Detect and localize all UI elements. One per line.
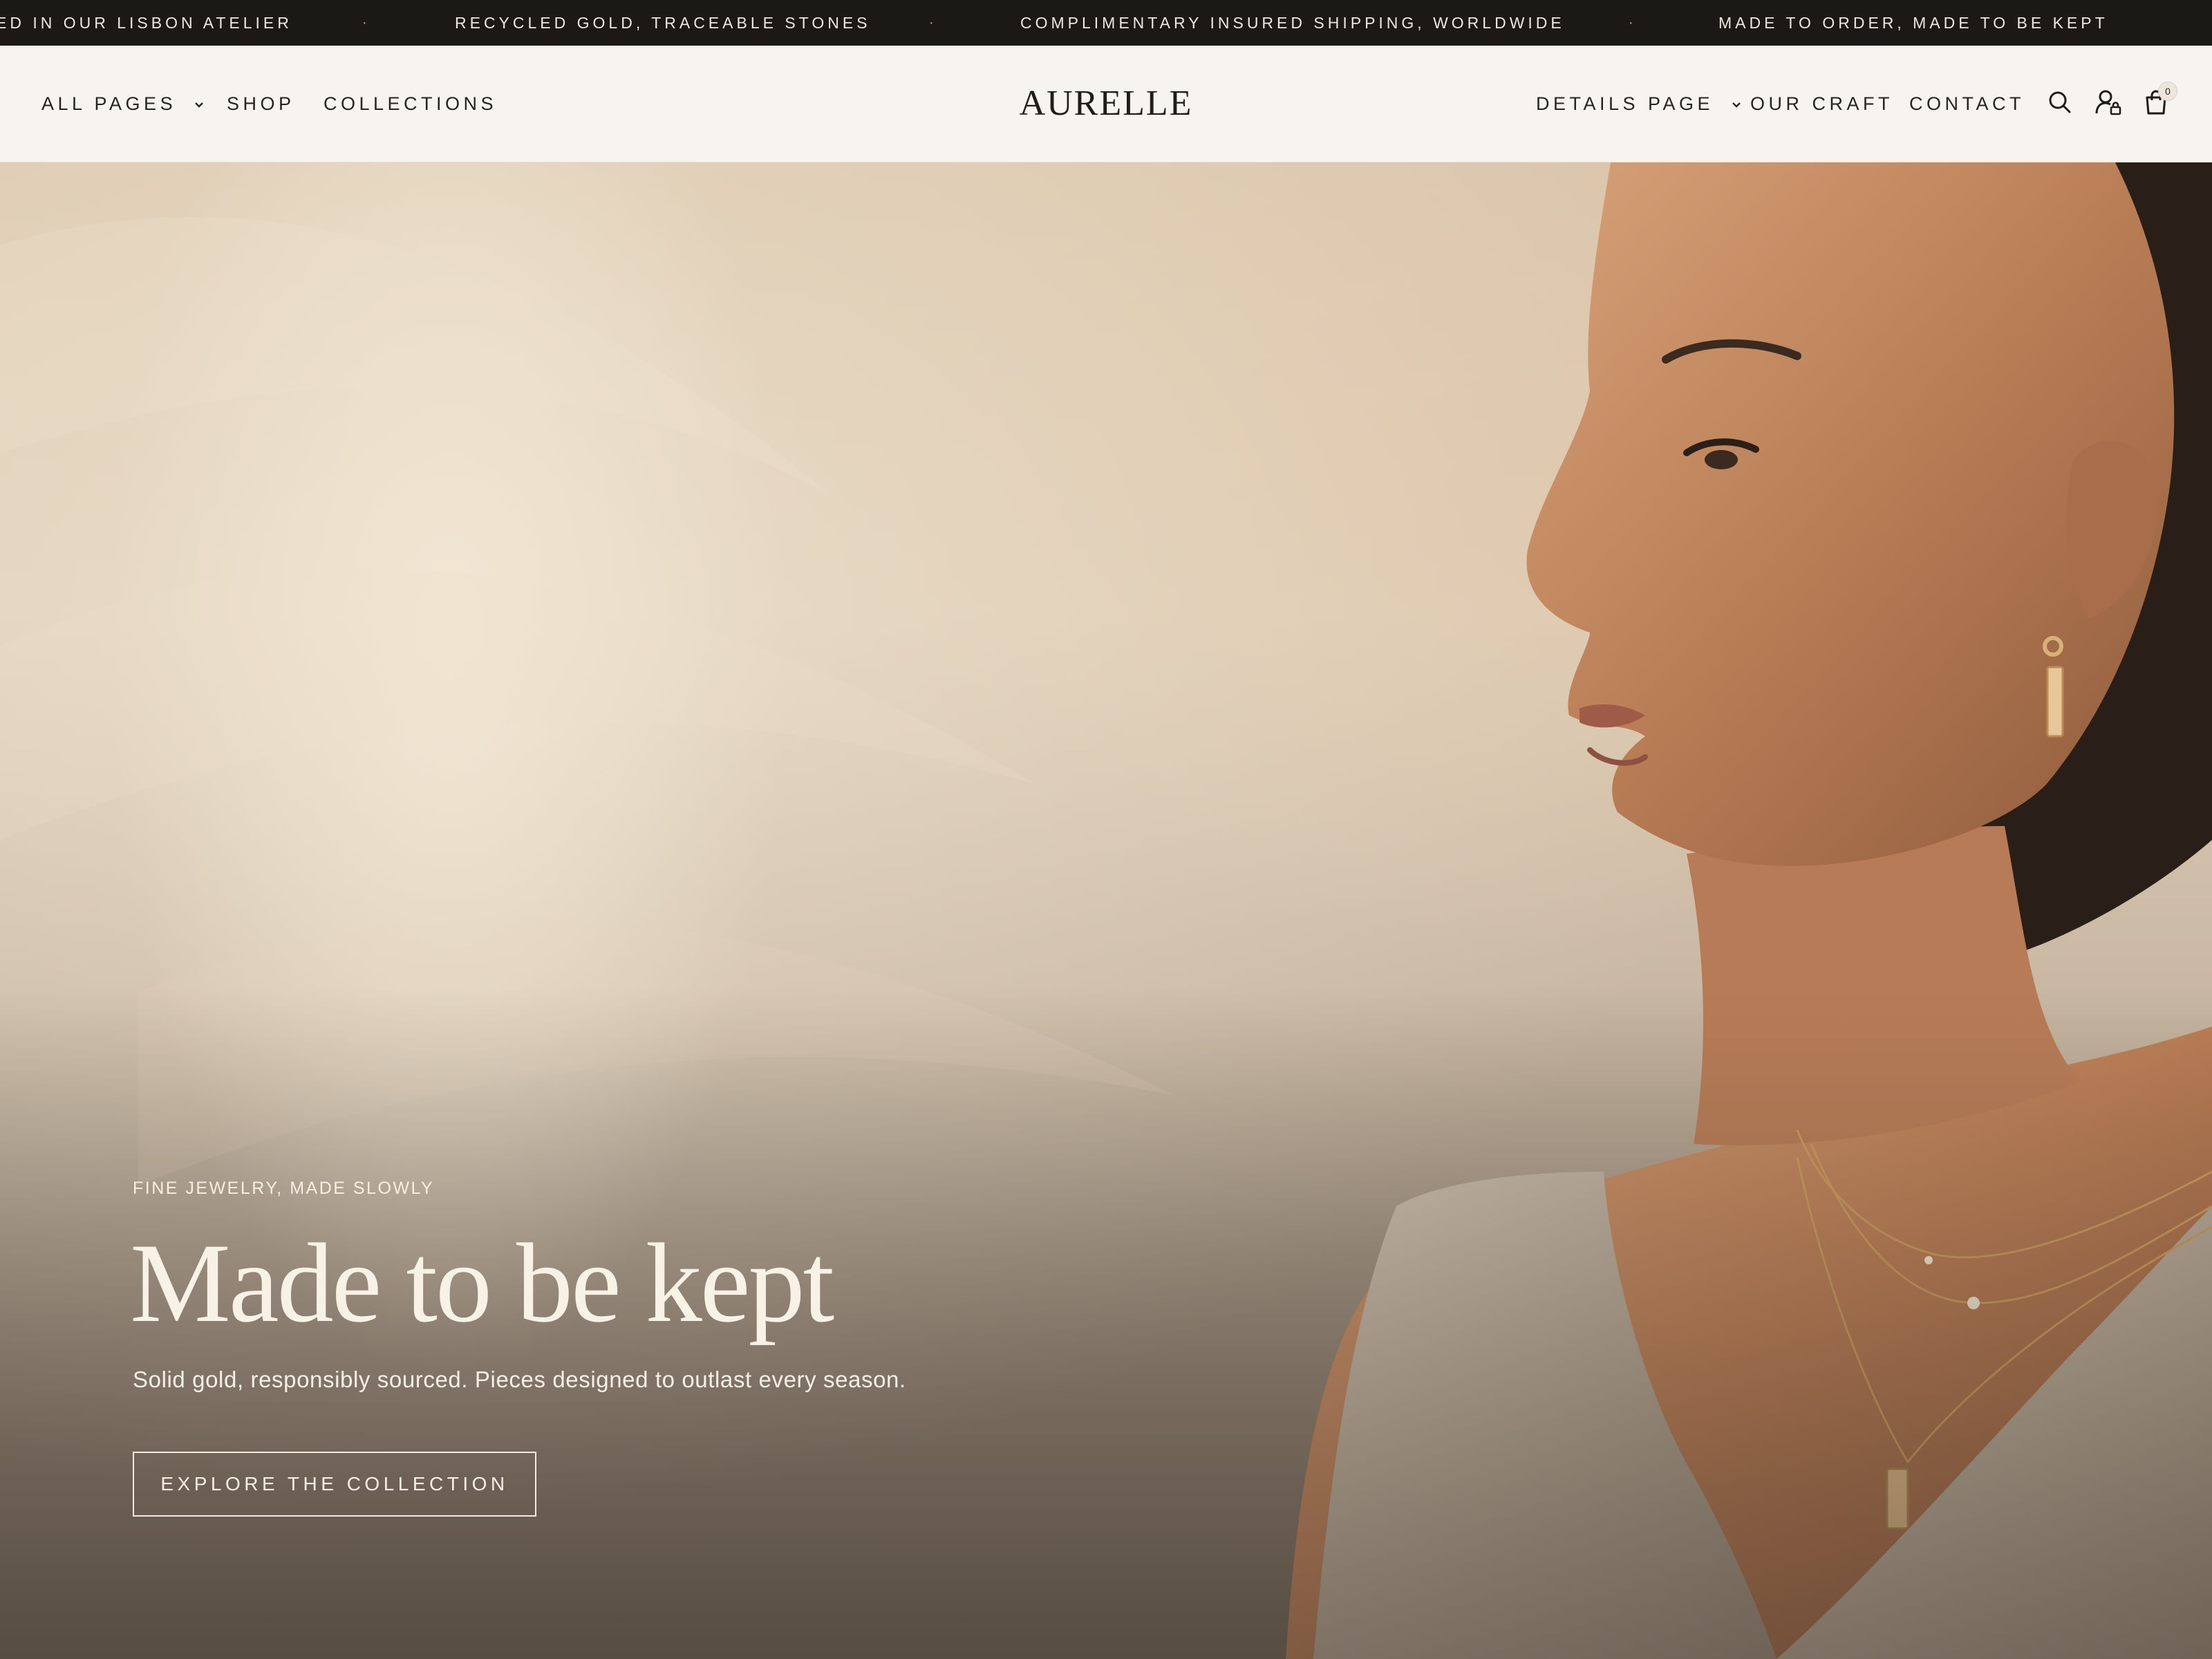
hero-eyebrow: FINE JEWELRY, MADE SLOWLY — [133, 1179, 435, 1198]
announcement-message: ED IN OUR LISBON ATELIER — [0, 14, 292, 32]
announcement-separator: · — [362, 15, 367, 30]
announcement-bar: ED IN OUR LISBON ATELIER · RECYCLED GOLD… — [0, 0, 2212, 46]
hero-subtitle: Solid gold, responsibly sourced. Pieces … — [133, 1367, 906, 1392]
site-header: ALL PAGES SHOP COLLECTIONS AURELLE DETAI… — [0, 46, 2212, 162]
explore-collection-button[interactable]: EXPLORE THE COLLECTION — [133, 1452, 536, 1517]
announcement-message: RECYCLED GOLD, TRACEABLE STONES — [455, 14, 871, 32]
hero-section: FINE JEWELRY, MADE SLOWLY Made to be kep… — [0, 162, 2212, 1659]
announcement-message: COMPLIMENTARY INSURED SHIPPING, WORLDWID… — [1020, 14, 1565, 32]
announcement-message: MADE TO ORDER, MADE TO BE KEPT — [1718, 14, 2108, 32]
announcement-separator: · — [1629, 15, 1633, 30]
account-icon[interactable] — [2093, 87, 2124, 118]
announcement-track: ED IN OUR LISBON ATELIER · RECYCLED GOLD… — [0, 0, 2212, 46]
nav-our-craft-label: OUR CRAFT — [1750, 93, 1893, 114]
nav-our-craft[interactable]: OUR CRAFT — [1750, 46, 1893, 162]
hero-title: Made to be kept — [130, 1221, 834, 1346]
nav-details-page-label: DETAILS PAGE — [1536, 93, 1714, 114]
chevron-down-icon — [1731, 45, 1742, 161]
nav-details-page[interactable]: DETAILS PAGE — [1536, 46, 1742, 162]
nav-contact[interactable]: CONTACT — [1909, 46, 2025, 162]
nav-contact-label: CONTACT — [1909, 93, 2025, 114]
hero-image — [0, 162, 2212, 1659]
announcement-separator: · — [929, 15, 934, 30]
search-icon[interactable] — [2045, 87, 2075, 118]
cart-count-badge: 0 — [2158, 82, 2177, 101]
